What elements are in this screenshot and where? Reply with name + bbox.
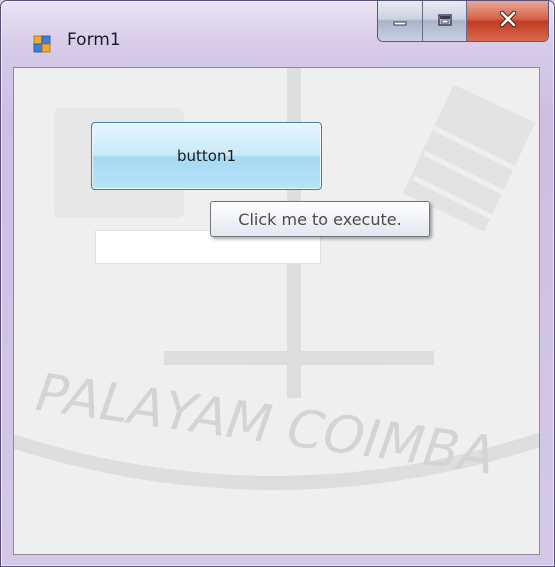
minimize-icon: [392, 12, 408, 31]
minimize-button[interactable]: [378, 1, 422, 41]
caption-buttons: [377, 1, 549, 42]
tooltip-text: Click me to execute.: [238, 209, 402, 229]
button1[interactable]: button1: [91, 122, 322, 190]
maximize-icon: [437, 12, 453, 31]
form-icon: [33, 35, 51, 53]
watermark-text: PALAYAM COIMBA: [32, 363, 498, 487]
button1-label: button1: [176, 147, 237, 165]
maximize-button[interactable]: [422, 1, 466, 41]
form-client-area: PALAYAM COIMBA button1 Click me to execu…: [13, 67, 540, 555]
close-icon: [498, 10, 518, 32]
form-window: Form1 PALAYAM COIMBA button1 Click me to…: [0, 0, 555, 567]
window-title: Form1: [67, 30, 121, 50]
title-bar[interactable]: Form1: [1, 1, 554, 67]
button1-tooltip: Click me to execute.: [210, 201, 430, 237]
close-button[interactable]: [466, 1, 548, 41]
